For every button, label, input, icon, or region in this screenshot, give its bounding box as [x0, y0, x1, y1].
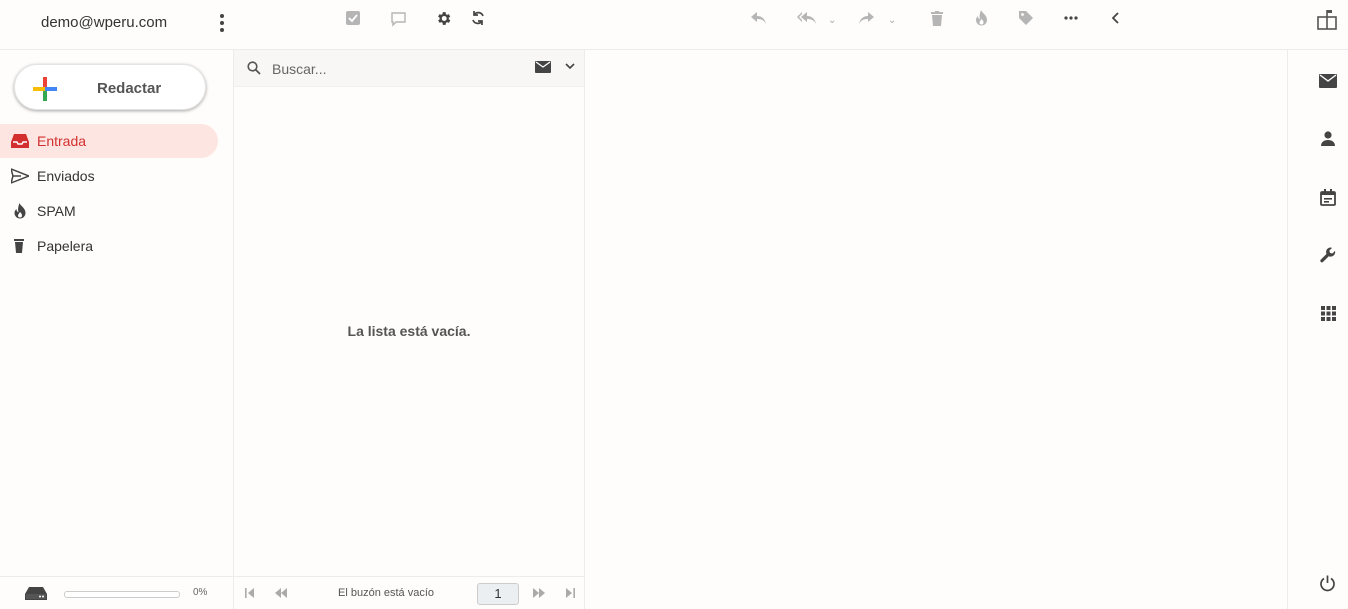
- folder-item-papelera[interactable]: Papelera: [0, 229, 218, 263]
- list-pagination: El buzón está vacío 1: [234, 576, 584, 609]
- empty-list-message: La lista está vacía.: [347, 323, 471, 339]
- quota-percent: 0%: [193, 587, 208, 598]
- search-input[interactable]: [270, 58, 524, 80]
- quota-progress-bar: [64, 591, 180, 598]
- search-bar: [234, 50, 584, 87]
- folder-item-spam[interactable]: SPAM: [0, 194, 218, 228]
- trash-icon[interactable]: [928, 9, 946, 27]
- reply-icon[interactable]: [749, 9, 767, 27]
- power-logout-icon[interactable]: [1319, 575, 1336, 592]
- account-menu-icon[interactable]: [214, 12, 230, 34]
- contacts-person-icon[interactable]: [1321, 131, 1335, 146]
- compose-label: Redactar: [97, 80, 162, 97]
- gear-icon[interactable]: [434, 9, 452, 27]
- trash-icon: [14, 239, 24, 253]
- folder-item-entrada[interactable]: Entrada: [0, 124, 218, 158]
- folder-label: Papelera: [37, 238, 94, 254]
- top-bar: demo@wperu.com ⌄ ⌄: [0, 0, 1348, 50]
- search-icon: [247, 61, 261, 75]
- envelope-filter-icon[interactable]: [535, 61, 551, 73]
- tag-icon[interactable]: [1017, 9, 1035, 27]
- folder-label: Entrada: [37, 133, 87, 149]
- apps-grid-icon[interactable]: [1321, 306, 1336, 321]
- forward-icon[interactable]: [857, 9, 875, 27]
- mail-icon[interactable]: [1319, 74, 1337, 88]
- page-number-input[interactable]: 1: [477, 583, 519, 605]
- account-email[interactable]: demo@wperu.com: [41, 14, 167, 31]
- wrench-settings-icon[interactable]: [1320, 247, 1337, 264]
- chevron-left-icon[interactable]: [1107, 9, 1125, 27]
- compose-button[interactable]: Redactar: [14, 64, 206, 110]
- folder-label: SPAM: [37, 203, 76, 219]
- next-page-icon[interactable]: [532, 588, 546, 598]
- fire-icon: [14, 203, 26, 219]
- search-options-chevron-down-icon[interactable]: [565, 63, 575, 70]
- folder-label: Enviados: [37, 168, 95, 184]
- folder-item-enviados[interactable]: Enviados: [0, 159, 218, 193]
- mailbox-status: El buzón está vacío: [338, 587, 435, 599]
- calendar-icon[interactable]: [1320, 189, 1336, 206]
- select-checkbox-icon[interactable]: [344, 9, 362, 27]
- app-switcher-bar: [1287, 50, 1348, 609]
- previous-page-icon[interactable]: [274, 588, 288, 598]
- quota-footer: 0%: [0, 576, 233, 609]
- forward-chevron-down-icon[interactable]: ⌄: [888, 15, 896, 26]
- storage-drive-icon: [25, 587, 47, 600]
- first-page-icon[interactable]: [245, 588, 255, 598]
- inbox-icon: [11, 134, 29, 148]
- send-icon: [11, 168, 29, 184]
- more-options-icon[interactable]: [1062, 9, 1080, 27]
- reply-all-icon[interactable]: [795, 9, 817, 27]
- refresh-icon[interactable]: [469, 9, 487, 27]
- mailbox-logo-icon: [1316, 7, 1338, 33]
- message-list-panel: La lista está vacía. El buzón está vacío…: [234, 50, 585, 609]
- last-page-icon[interactable]: [565, 588, 575, 598]
- reply-all-chevron-down-icon[interactable]: ⌄: [828, 15, 836, 26]
- folder-sidebar: Redactar Entrada Enviados SPAM Papelera …: [0, 50, 234, 609]
- threads-icon[interactable]: [389, 10, 407, 28]
- compose-plus-icon: [33, 77, 57, 101]
- spam-fire-icon[interactable]: [972, 9, 990, 27]
